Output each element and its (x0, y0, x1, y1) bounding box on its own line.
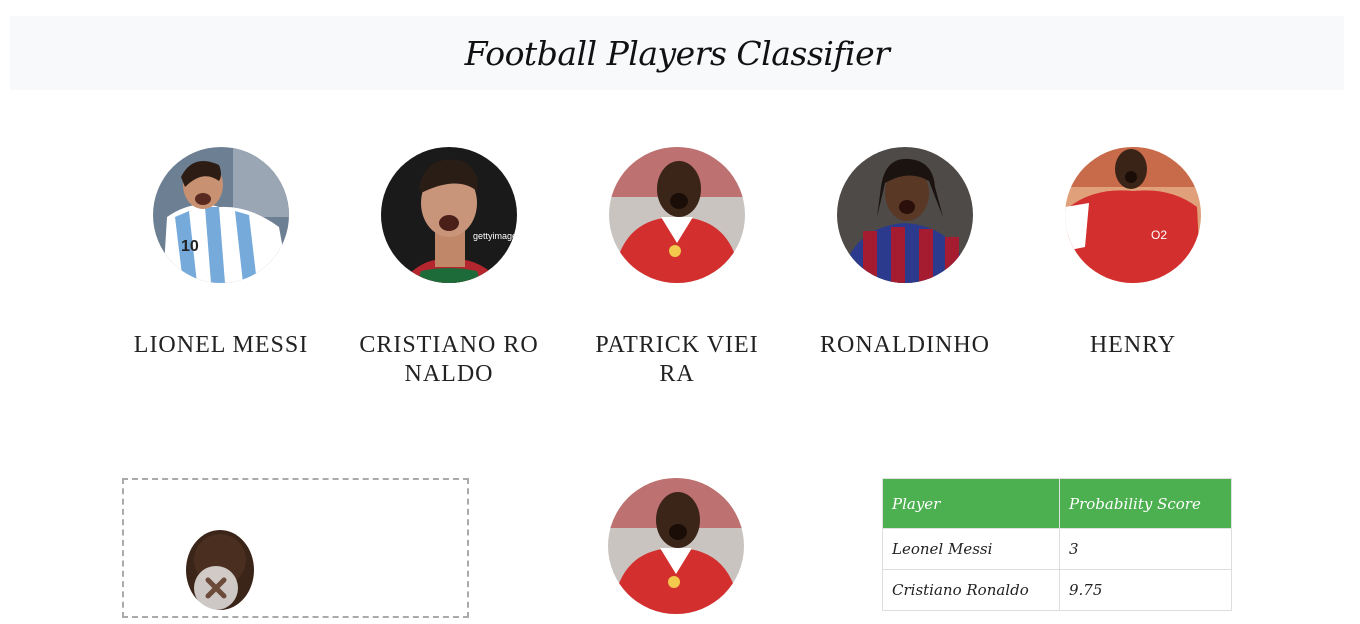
predicted-player-avatar (608, 478, 744, 614)
table-row: Leonel Messi 3 (882, 528, 1232, 570)
player-card-vieira[interactable]: PATRICK VIEIRA (577, 147, 777, 389)
cell-score: 3 (1059, 528, 1232, 570)
page-title: Football Players Classifier (464, 33, 890, 73)
cell-score: 9.75 (1059, 569, 1232, 611)
svg-text:O2: O2 (1151, 228, 1167, 242)
player-avatar-ronaldo[interactable]: gettyimages (381, 147, 517, 283)
probability-table: Player Probability Score Leonel Messi 3 … (882, 478, 1232, 611)
close-icon (205, 577, 227, 599)
player-avatar-ronaldinho[interactable] (837, 147, 973, 283)
player-name-henry: HENRY (1089, 332, 1177, 358)
table-row: Cristiano Ronaldo 9.75 (882, 569, 1232, 611)
image-dropzone[interactable] (122, 478, 469, 618)
player-name-ronaldo: CRISTIANO RONALDO (359, 332, 539, 387)
svg-text:10: 10 (181, 238, 199, 255)
column-header-probability: Probability Score (1059, 478, 1232, 529)
table-header-row: Player Probability Score (882, 478, 1232, 529)
cell-player: Cristiano Ronaldo (882, 569, 1060, 611)
svg-text:gettyimages: gettyimages (473, 231, 517, 241)
player-card-messi[interactable]: 10 LIONEL MESSI (121, 147, 321, 360)
player-avatar-vieira[interactable] (609, 147, 745, 283)
player-name-ronaldinho: RONALDINHO (820, 332, 990, 358)
player-card-henry[interactable]: O2 HENRY (1033, 147, 1233, 360)
page-header: Football Players Classifier (10, 16, 1344, 90)
column-header-player: Player (882, 478, 1060, 529)
player-name-vieira: PATRICK VIEIRA (595, 332, 759, 387)
cell-player: Leonel Messi (882, 528, 1060, 570)
remove-image-button[interactable] (194, 566, 238, 610)
player-avatar-henry[interactable]: O2 (1065, 147, 1201, 283)
player-card-ronaldinho[interactable]: RONALDINHO (805, 147, 1005, 360)
player-avatar-messi[interactable]: 10 (153, 147, 289, 283)
player-card-ronaldo[interactable]: gettyimages CRISTIANO RONALDO (349, 147, 549, 389)
player-name-messi: LIONEL MESSI (133, 332, 309, 358)
